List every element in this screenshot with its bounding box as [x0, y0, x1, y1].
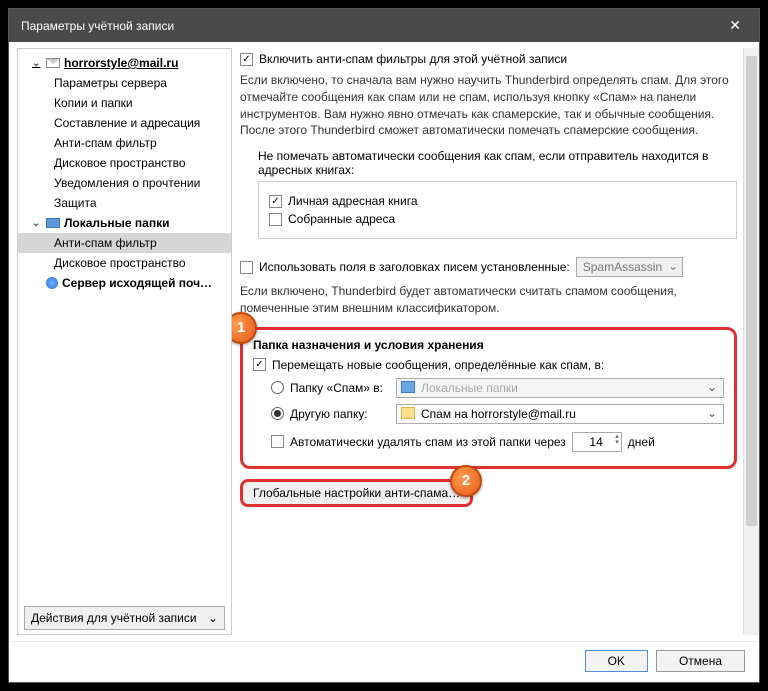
- ab-personal-checkbox[interactable]: [269, 195, 282, 208]
- headers-desc: Если включено, Thunderbird будет автомат…: [240, 283, 737, 317]
- account-settings-window: Параметры учётной записи ✕ ⌄ horrorstyle…: [8, 8, 760, 683]
- close-icon[interactable]: ✕: [723, 17, 747, 34]
- chevron-down-icon: ⌄: [32, 218, 42, 229]
- ab-collected-checkbox[interactable]: [269, 213, 282, 226]
- headers-label: Использовать поля в заголовках писем уст…: [259, 260, 570, 274]
- chevron-down-icon: ⌄: [32, 58, 42, 69]
- account-email: horrorstyle@mail.ru: [64, 56, 178, 70]
- destination-section: 1 Папка назначения и условия хранения Пе…: [240, 327, 737, 469]
- tree-item-disk[interactable]: Дисковое пространство: [18, 153, 231, 173]
- days-suffix: дней: [628, 435, 655, 449]
- window-title: Параметры учётной записи: [21, 19, 174, 33]
- tree-item-server[interactable]: Параметры сервера: [18, 73, 231, 93]
- headers-classifier-select[interactable]: SpamAssassin: [576, 257, 683, 277]
- cancel-button[interactable]: Отмена: [656, 650, 745, 672]
- folder-icon: [401, 407, 415, 419]
- ok-button[interactable]: OK: [585, 650, 648, 672]
- auto-delete-days-input[interactable]: 14: [572, 432, 622, 452]
- ab-collected-label: Собранные адреса: [288, 212, 395, 226]
- move-junk-label: Перемещать новые сообщения, определённые…: [272, 358, 604, 372]
- local-folders-label: Локальные папки: [64, 216, 170, 230]
- titlebar: Параметры учётной записи ✕: [9, 9, 759, 42]
- radio-spam-folder[interactable]: [271, 381, 284, 394]
- chevron-down-icon: ⌄: [208, 611, 218, 625]
- dest-title: Папка назначения и условия хранения: [253, 338, 724, 352]
- tree-item-security[interactable]: Защита: [18, 193, 231, 213]
- enable-junk-label: Включить анти-спам фильтры для этой учёт…: [259, 52, 567, 66]
- tree-local-folders[interactable]: ⌄ Локальные папки: [18, 213, 231, 233]
- tree-account-root[interactable]: ⌄ horrorstyle@mail.ru: [18, 53, 231, 73]
- tree-outgoing-server[interactable]: ⌄ Сервер исходящей поч…: [18, 273, 231, 293]
- tree-item-local-junk[interactable]: Анти-спам фильтр: [18, 233, 231, 253]
- spam-folder-combo[interactable]: Локальные папки: [396, 378, 724, 398]
- settings-panel: Включить анти-спам фильтры для этой учёт…: [232, 42, 759, 641]
- account-actions-button[interactable]: Действия для учётной записи ⌄: [24, 606, 225, 630]
- addressbook-intro: Не помечать автоматически сообщения как …: [258, 149, 737, 177]
- tree-item-local-disk[interactable]: Дисковое пространство: [18, 253, 231, 273]
- globe-icon: [46, 277, 58, 289]
- move-junk-checkbox[interactable]: [253, 358, 266, 371]
- addressbook-box: Личная адресная книга Собранные адреса: [258, 181, 737, 239]
- auto-delete-checkbox[interactable]: [271, 435, 284, 448]
- enable-junk-desc: Если включено, то сначала вам нужно науч…: [240, 72, 737, 139]
- scrollbar[interactable]: [743, 48, 759, 635]
- mail-icon: [46, 58, 60, 68]
- radio-other-folder[interactable]: [271, 407, 284, 420]
- auto-delete-label: Автоматически удалять спам из этой папки…: [290, 435, 566, 449]
- folder-icon: [46, 218, 60, 228]
- outgoing-label: Сервер исходящей поч…: [62, 276, 212, 290]
- radio-other-label: Другую папку:: [290, 407, 390, 421]
- folder-icon: [401, 381, 415, 393]
- tree-item-copies[interactable]: Копии и папки: [18, 93, 231, 113]
- other-folder-combo[interactable]: Спам на horrorstyle@mail.ru: [396, 404, 724, 424]
- enable-junk-checkbox[interactable]: [240, 53, 253, 66]
- tree-item-composition[interactable]: Составление и адресация: [18, 113, 231, 133]
- ab-personal-label: Личная адресная книга: [288, 194, 418, 208]
- global-junk-settings-button[interactable]: Глобальные настройки анти-спама…: [240, 479, 473, 507]
- tree-item-receipts[interactable]: Уведомления о прочтении: [18, 173, 231, 193]
- account-tree: ⌄ horrorstyle@mail.ru Параметры сервера …: [17, 48, 232, 635]
- dialog-footer: OK Отмена: [9, 641, 759, 682]
- radio-spam-label: Папку «Спам» в:: [290, 381, 390, 395]
- callout-2: 2: [450, 465, 482, 497]
- tree-item-junk[interactable]: Анти-спам фильтр: [18, 133, 231, 153]
- headers-checkbox[interactable]: [240, 261, 253, 274]
